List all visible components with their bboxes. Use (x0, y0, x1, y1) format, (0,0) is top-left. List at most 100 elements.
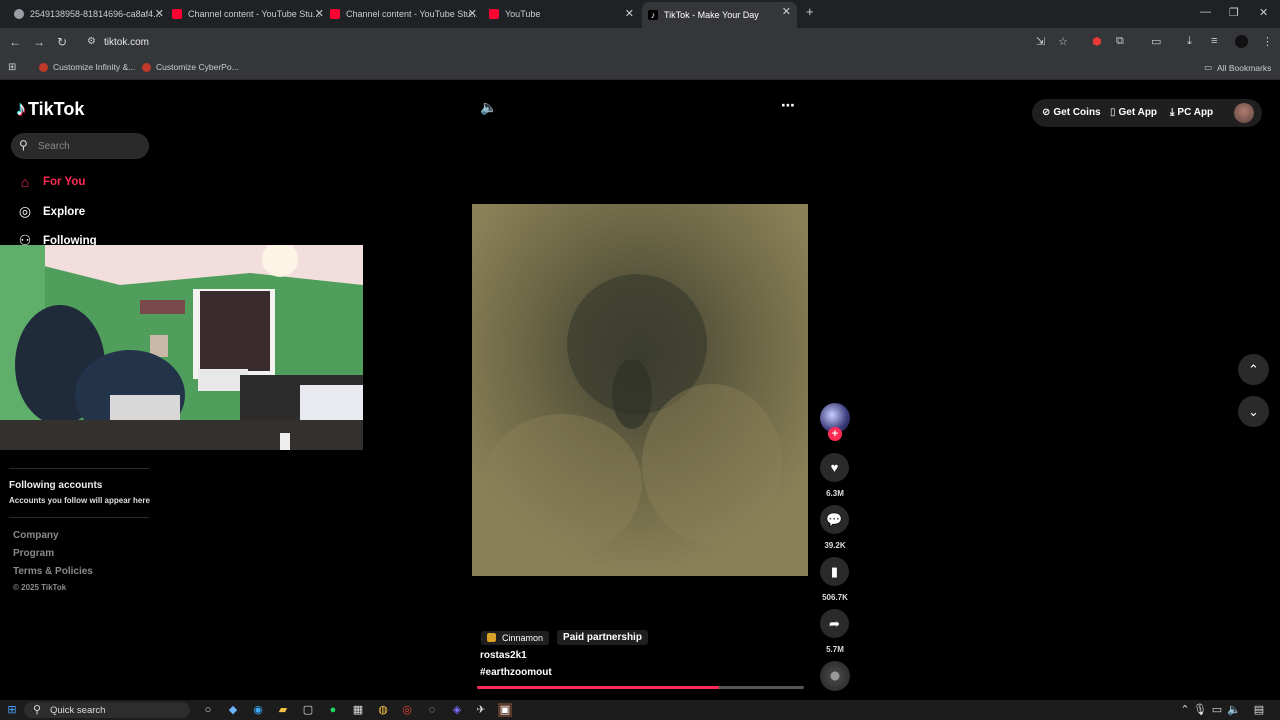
user-avatar[interactable] (1234, 103, 1254, 123)
follow-plus-icon[interactable]: + (828, 427, 842, 441)
close-window-icon[interactable]: ✕ (1259, 6, 1268, 19)
video-tags: Cinnamon Paid partnership (481, 630, 648, 645)
tray-chevron-icon[interactable]: ⌃ (1178, 703, 1192, 717)
microphone-icon[interactable]: 🎙 (1193, 703, 1207, 717)
comment-button[interactable]: 💬 (820, 505, 849, 534)
search-placeholder: Search (38, 141, 70, 152)
pc-app-button[interactable]: ⤓ PC App (1170, 107, 1213, 118)
effect-chip[interactable]: Cinnamon (481, 630, 550, 645)
next-video-button[interactable]: ⌄ (1238, 396, 1269, 427)
file-explorer-icon[interactable]: ▰ (276, 703, 290, 717)
network-icon[interactable]: ▭ (1210, 703, 1224, 717)
sidebar-divider (9, 517, 149, 518)
copilot-icon[interactable]: ◆ (226, 703, 240, 717)
discord-icon[interactable]: ◈ (450, 703, 464, 717)
windows-start-icon[interactable]: ⊞ (5, 703, 19, 717)
reload-icon[interactable]: ↻ (57, 35, 67, 49)
youtube-studio-favicon-icon (330, 9, 340, 19)
browser-tab[interactable]: Channel content - YouTube Stu... ✕ (172, 4, 324, 24)
tab-close-icon[interactable]: ✕ (782, 5, 791, 18)
apps-grid-icon[interactable]: ⊞ (8, 62, 16, 73)
paid-partnership-badge: Paid partnership (557, 630, 648, 645)
get-coins-button[interactable]: ⊘ Get Coins (1042, 107, 1101, 118)
browser-tab[interactable]: Channel content - YouTube Stu... ✕ (330, 4, 477, 24)
bookmark-item[interactable]: Customize Infinity &... (39, 62, 135, 72)
creator-handle[interactable]: rostas2k1 (480, 650, 527, 661)
extensions-icon[interactable]: ⧉ (1116, 35, 1124, 48)
media-control-icon[interactable]: ≡ (1211, 35, 1217, 47)
search-icon: ⚲ (33, 704, 42, 716)
minimize-icon[interactable]: — (1200, 6, 1211, 18)
bookmark-label: Customize CyberPo... (156, 62, 239, 72)
nav-explore[interactable]: ◎ Explore (16, 203, 85, 220)
comment-count: 39.2K (824, 541, 846, 550)
footer-link-terms[interactable]: Terms & Policies (13, 566, 93, 577)
more-options-icon[interactable]: ⋯ (781, 97, 795, 114)
edge-icon[interactable]: ◉ (251, 703, 265, 717)
footer-link-company[interactable]: Company (13, 530, 59, 541)
save-count: 506.7K (822, 593, 848, 602)
tiktok-note-icon: ♪ (16, 98, 26, 120)
save-button[interactable]: ▮ (820, 557, 849, 586)
chrome-icon[interactable]: ◎ (400, 703, 414, 717)
app-icon[interactable]: ◍ (376, 703, 390, 717)
tab-close-icon[interactable]: ✕ (625, 7, 634, 20)
address-bar[interactable]: tiktok.com (104, 37, 149, 48)
heart-icon: ♥ (830, 460, 839, 475)
menu-kebab-icon[interactable]: ⋮ (1262, 35, 1273, 48)
task-view-icon[interactable]: ○ (201, 703, 215, 717)
share-count: 5.7M (826, 645, 844, 654)
video-hashtag[interactable]: #earthzoomout (480, 667, 552, 678)
new-tab-icon[interactable]: + (806, 4, 814, 19)
sidebar-divider (9, 468, 149, 469)
volume-icon[interactable]: 🔈 (480, 99, 497, 116)
app-icon[interactable]: ▢ (301, 703, 315, 717)
coin-icon: ⊘ (1042, 107, 1051, 118)
copyright: © 2025 TikTok (13, 583, 67, 592)
nav-label: Explore (43, 205, 86, 218)
tab-close-icon[interactable]: ✕ (155, 7, 164, 20)
install-app-icon[interactable]: ⇲ (1036, 35, 1045, 48)
app-icon[interactable]: ▣ (498, 703, 512, 717)
volume-icon[interactable]: 🔈 (1227, 703, 1241, 717)
extension-shield-icon[interactable]: ⬢ (1092, 35, 1102, 48)
bookmark-star-icon[interactable]: ☆ (1058, 35, 1068, 48)
previous-video-button[interactable]: ⌃ (1238, 354, 1269, 385)
browser-tab[interactable]: 2549138958-81814696-ca8af4... ✕ (14, 4, 164, 24)
taskbar-search[interactable]: ⚲ Quick search (24, 702, 190, 718)
app-icon[interactable]: ✈ (474, 703, 488, 717)
share-button[interactable]: ➦ (820, 609, 849, 638)
site-info-icon[interactable]: ⚙ (87, 36, 96, 47)
profile-avatar[interactable] (1235, 35, 1248, 48)
effect-icon (487, 633, 496, 642)
notifications-icon[interactable]: ▤ (1252, 703, 1266, 717)
following-accounts-subtitle: Accounts you follow will appear here (9, 496, 150, 505)
video-player[interactable] (472, 204, 808, 576)
chevron-down-icon: ⌄ (1248, 403, 1259, 419)
restore-icon[interactable]: ❐ (1229, 6, 1239, 19)
browser-tab[interactable]: YouTube ✕ (489, 4, 634, 24)
sidepanel-icon[interactable]: ▭ (1151, 35, 1161, 48)
forward-icon[interactable]: → (33, 35, 45, 49)
following-accounts-title: Following accounts (9, 480, 103, 491)
get-app-label: Get App (1118, 107, 1158, 118)
app-icon[interactable]: ▦ (351, 703, 365, 717)
get-app-button[interactable]: ▯ Get App (1110, 107, 1157, 118)
tiktok-logo[interactable]: ♪ TikTok (16, 98, 84, 121)
video-progress-bar[interactable] (477, 686, 804, 689)
like-button[interactable]: ♥ (820, 453, 849, 482)
tab-title: Channel content - YouTube Stu... (346, 9, 477, 19)
nav-for-you[interactable]: ⌂ For You (16, 174, 86, 190)
back-icon[interactable]: ← (9, 35, 21, 49)
search-input[interactable]: ⚲ Search (11, 133, 149, 159)
browser-tab-active[interactable]: ♪ TikTok - Make Your Day ✕ (642, 2, 797, 28)
all-bookmarks[interactable]: ▭ All Bookmarks (1204, 62, 1271, 73)
tab-close-icon[interactable]: ✕ (468, 7, 477, 20)
bookmark-item[interactable]: Customize CyberPo... (142, 62, 239, 72)
app-icon[interactable]: ◌ (425, 703, 439, 717)
tab-close-icon[interactable]: ✕ (315, 7, 324, 20)
footer-link-program[interactable]: Program (13, 548, 54, 559)
spotify-icon[interactable]: ● (326, 703, 340, 717)
music-disc-icon[interactable] (820, 661, 850, 691)
download-icon[interactable]: ⤓ (1187, 35, 1192, 48)
